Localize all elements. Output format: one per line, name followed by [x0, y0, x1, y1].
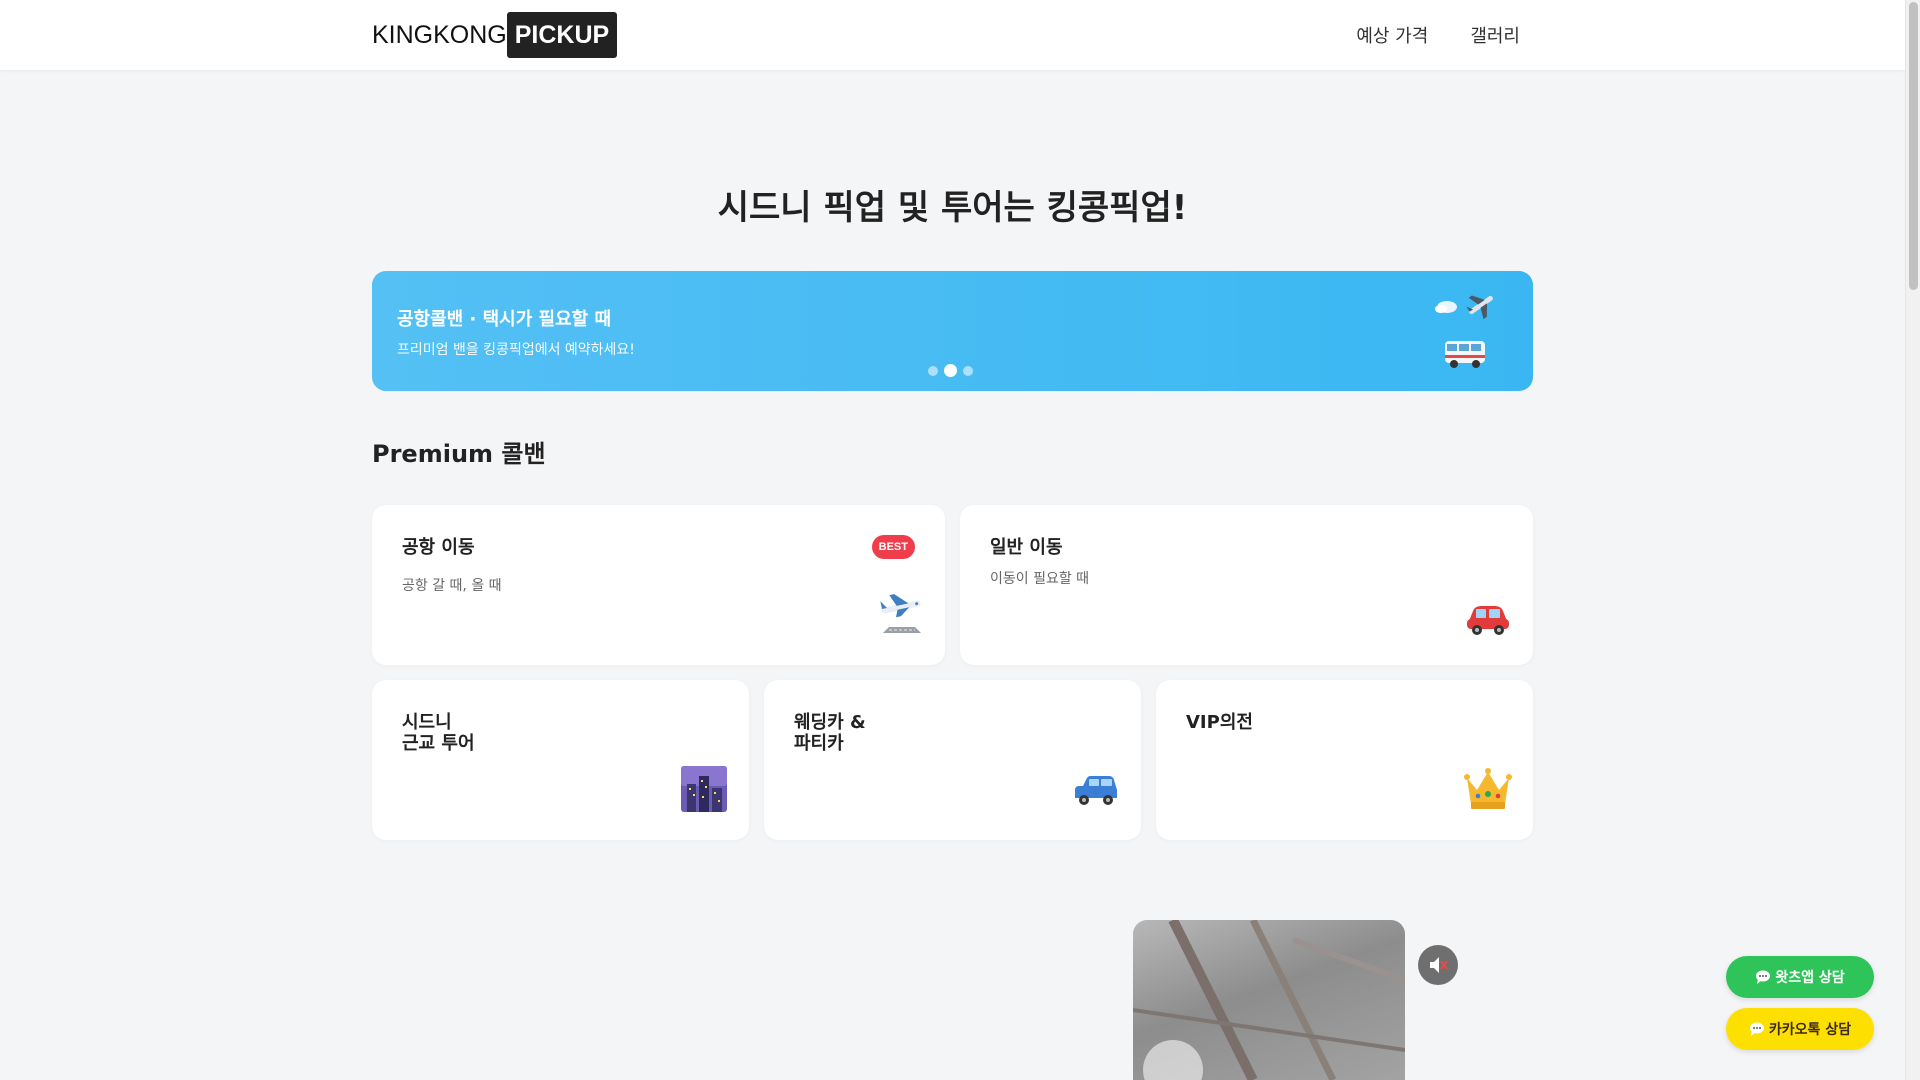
banner-title: 공항콜밴 · 택시가 필요할 때 [397, 309, 612, 330]
carousel-dot-2[interactable] [944, 364, 957, 377]
nav-link-gallery[interactable]: 갤러리 [1470, 22, 1520, 48]
service-card-wedding[interactable]: 웨딩카 & 파티카 [764, 680, 1141, 840]
city-night-icon [681, 766, 727, 812]
page-title: 시드니 픽업 및 투어는 킹콩픽업! [717, 188, 1188, 228]
kakao-label: 카카오톡 상담 [1768, 1022, 1852, 1038]
speech-bubble-icon [1756, 970, 1771, 984]
main-nav: 예상 가격 갤러리 [1356, 22, 1520, 48]
site-logo[interactable]: KINGKONG PICKUP [372, 12, 618, 58]
site-header: KINGKONG PICKUP 예상 가격 갤러리 [0, 0, 1905, 70]
card-title: 일반 이동 [990, 537, 1063, 558]
muted-speaker-icon [1430, 957, 1448, 973]
video-frame [1133, 920, 1405, 1080]
service-card-airport[interactable]: 공항 이동 공항 갈 때, 올 때 BEST [372, 505, 945, 665]
speech-bubble-icon [1749, 1022, 1764, 1036]
airplane-icon [880, 594, 921, 633]
section-title: Premium 콜밴 [372, 440, 546, 468]
banner-subtitle: 프리미엄 밴을 킹콩픽업에서 예약하세요! [397, 342, 635, 358]
promo-video[interactable] [1133, 920, 1405, 1080]
carousel-dot-1[interactable] [928, 365, 938, 376]
service-card-tour[interactable]: 시드니 근교 투어 [372, 680, 749, 840]
whatsapp-chat-button[interactable]: 왓츠앱 상담 [1726, 956, 1874, 998]
mute-button[interactable] [1418, 945, 1458, 985]
service-card-vip[interactable]: VIP의전 [1156, 680, 1533, 840]
kakao-chat-button[interactable]: 카카오톡 상담 [1726, 1008, 1874, 1050]
card-title: VIP의전 [1186, 712, 1253, 733]
logo-box: PICKUP [506, 12, 618, 58]
carousel-dot-3[interactable] [963, 365, 973, 376]
card-title: 공항 이동 [402, 537, 475, 558]
nav-link-price[interactable]: 예상 가격 [1356, 22, 1428, 48]
crown-icon [1464, 768, 1512, 809]
logo-text: KINGKONG [372, 20, 507, 49]
best-badge: BEST [871, 535, 915, 559]
page-scrollbar[interactable] [1905, 0, 1920, 1080]
scrollbar-thumb[interactable] [1909, 2, 1918, 290]
airplane-van-icon [1435, 295, 1493, 368]
card-desc: 공항 갈 때, 올 때 [402, 578, 502, 594]
whatsapp-label: 왓츠앱 상담 [1775, 970, 1845, 986]
promo-banner[interactable]: 공항콜밴 · 택시가 필요할 때 프리미엄 밴을 킹콩픽업에서 예약하세요! [372, 271, 1533, 391]
service-card-general[interactable]: 일반 이동 이동이 필요할 때 [960, 505, 1533, 665]
card-title: 웨딩카 & 파티카 [794, 712, 866, 754]
card-desc: 이동이 필요할 때 [990, 571, 1090, 587]
card-title: 시드니 근교 투어 [402, 712, 475, 754]
suv-icon [1075, 776, 1117, 805]
car-icon [1467, 606, 1509, 635]
carousel-dots [928, 364, 973, 377]
